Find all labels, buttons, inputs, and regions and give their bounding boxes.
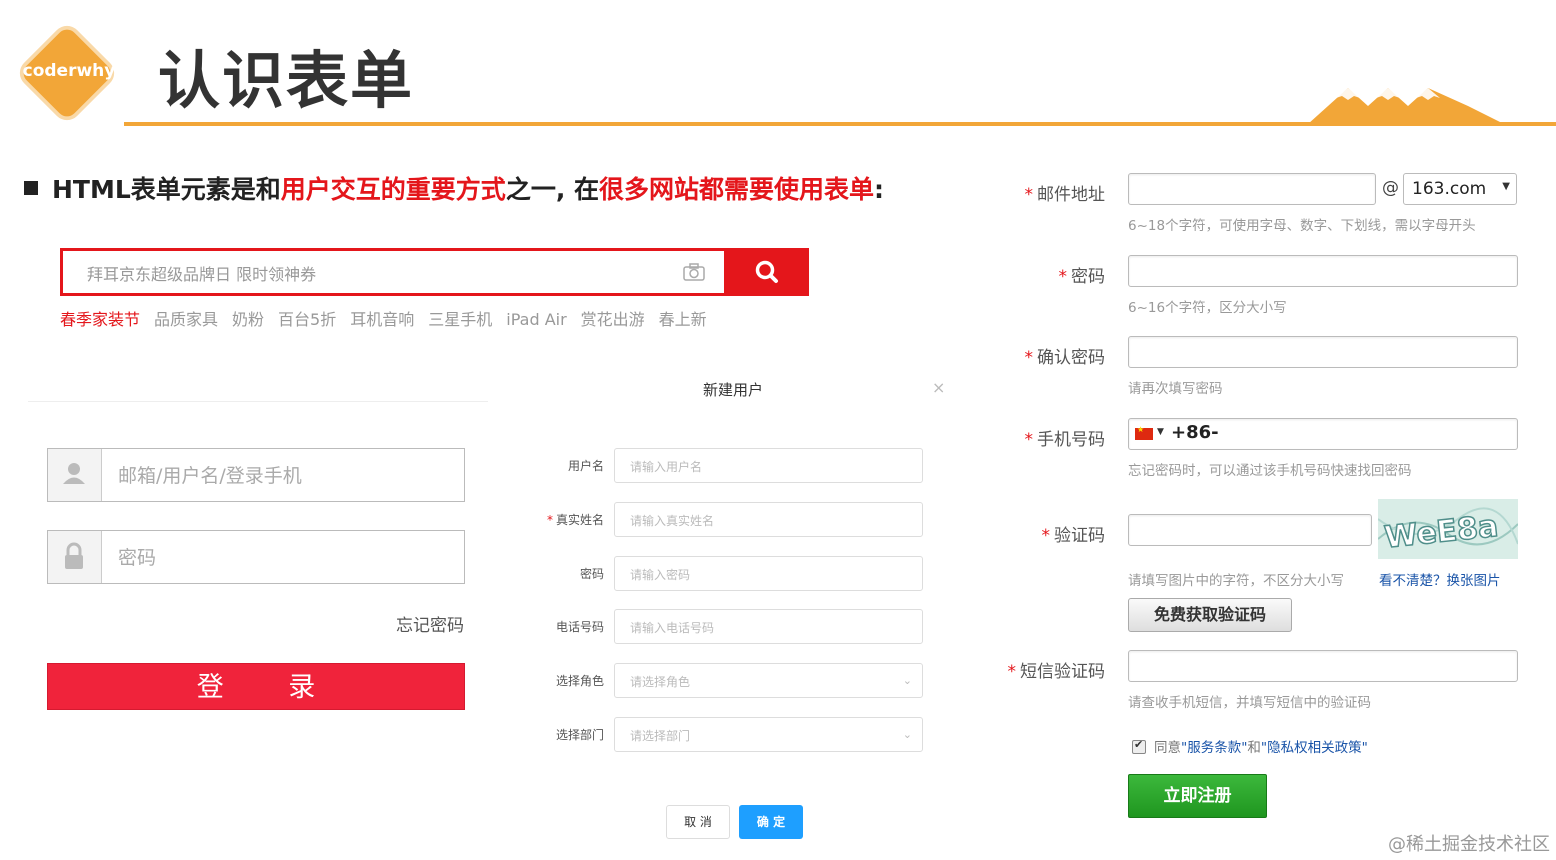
password-hint: 6~16个字符，区分大小写: [1128, 300, 1287, 316]
confirm-password-input[interactable]: [1137, 342, 1491, 364]
captcha-hint: 请填写图片中的字符，不区分大小写: [1128, 573, 1344, 589]
dialog-phone-field: [614, 609, 923, 644]
search-icon: [755, 260, 778, 283]
captcha-field: [1128, 514, 1372, 546]
dialog-role-input[interactable]: [628, 672, 912, 692]
hot-word[interactable]: 春季家装节: [60, 310, 140, 329]
mountains-decoration-icon: [1308, 88, 1504, 124]
email-input[interactable]: [1137, 179, 1363, 201]
dialog-label-password: 密码: [579, 567, 604, 581]
register-submit-button[interactable]: 立即注册: [1128, 774, 1267, 818]
email-domain-select[interactable]: 163.com ▼: [1403, 173, 1517, 205]
user-icon: [48, 449, 102, 501]
required-star: *: [546, 513, 553, 527]
camera-icon[interactable]: [683, 263, 705, 281]
dialog-label-phone: 电话号码: [555, 620, 604, 634]
dialog-password-field: [614, 556, 923, 591]
phone-input[interactable]: [1219, 424, 1503, 446]
dialog-role-select[interactable]: ⌄: [614, 663, 923, 698]
sms-code-hint: 请查收手机短信，并填写短信中的验证码: [1128, 695, 1371, 711]
hot-word[interactable]: 三星手机: [428, 310, 492, 329]
password-input[interactable]: [116, 543, 450, 573]
watermark: @稀土掘金技术社区: [1388, 834, 1550, 855]
hot-word[interactable]: 品质家具: [154, 310, 218, 329]
register-password-input[interactable]: [1137, 261, 1491, 283]
dialog-label-role: 选择角色: [555, 674, 604, 688]
forgot-password-link[interactable]: 忘记密码: [380, 611, 464, 636]
page-title: 认识表单: [158, 44, 415, 117]
sms-code-input[interactable]: [1137, 656, 1491, 678]
phone-label: * 手机号码: [1024, 430, 1106, 450]
dialog-username-field: [614, 448, 923, 483]
dialog-department-input[interactable]: [628, 726, 912, 746]
phone-hint: 忘记密码时，可以通过该手机号码快速找回密码: [1128, 463, 1412, 479]
dialog-label-department: 选择部门: [555, 728, 604, 742]
confirm-password-label: * 确认密码: [1024, 348, 1106, 368]
dialog-ok-button[interactable]: 确 定: [739, 805, 803, 839]
dialog-label-username: 用户名: [567, 459, 604, 473]
dialog-phone-input[interactable]: [628, 618, 912, 638]
dialog-password-input[interactable]: [628, 565, 912, 585]
dialog-realname-field: [614, 502, 923, 537]
lock-icon: [48, 531, 102, 583]
hot-word[interactable]: 赏花出游: [581, 310, 645, 329]
privacy-link[interactable]: "隐私权相关政策": [1261, 740, 1368, 756]
dialog-department-select[interactable]: ⌄: [614, 717, 923, 752]
register-password-field: [1128, 255, 1518, 287]
agreement-row: 同意"服务条款"和"隐私权相关政策": [1132, 736, 1368, 756]
refresh-captcha-link[interactable]: 看不清楚？换张图片: [1379, 569, 1501, 589]
china-flag-icon[interactable]: [1135, 425, 1153, 440]
hot-word[interactable]: 百台5折: [278, 310, 336, 329]
confirm-password-field: [1128, 336, 1518, 368]
login-button[interactable]: 登 录: [47, 663, 465, 710]
confirm-password-hint: 请再次填写密码: [1128, 381, 1223, 397]
sms-code-label: * 短信验证码: [1007, 662, 1106, 682]
captcha-label: * 验证码: [1041, 526, 1106, 546]
jd-search-input[interactable]: [85, 261, 649, 287]
captcha-input[interactable]: [1137, 520, 1359, 542]
login-divider: [28, 401, 488, 402]
chevron-down-icon[interactable]: ▼: [1157, 427, 1164, 437]
password-label: * 密码: [1058, 267, 1106, 287]
jd-search-button[interactable]: [727, 248, 809, 296]
at-sign: @: [1382, 178, 1399, 198]
hot-word[interactable]: iPad Air: [506, 310, 566, 329]
captcha-image[interactable]: WeE8a: [1378, 499, 1518, 559]
agreement-checkbox[interactable]: [1132, 738, 1146, 754]
get-sms-code-button[interactable]: 免费获取验证码: [1128, 598, 1292, 632]
dialog-cancel-button[interactable]: 取 消: [666, 805, 730, 839]
dialog-username-input[interactable]: [628, 457, 912, 477]
username-input[interactable]: [116, 461, 450, 491]
email-field: [1128, 173, 1376, 205]
hot-word[interactable]: 奶粉: [232, 310, 264, 329]
dialog-label-realname: * 真实姓名: [546, 513, 604, 527]
email-label: * 邮件地址: [1024, 185, 1106, 205]
hot-words-list: 春季家装节 品质家具 奶粉 百台5折 耳机音响 三星手机 iPad Air 赏花出游 春上新: [60, 306, 721, 330]
phone-prefix: +86-: [1171, 422, 1219, 443]
phone-field: ▼ +86-: [1128, 418, 1518, 450]
jd-search-box: [60, 248, 727, 296]
dialog-realname-input[interactable]: [628, 511, 912, 531]
chevron-down-icon: ⌄: [902, 728, 912, 741]
terms-link[interactable]: "服务条款": [1181, 740, 1247, 756]
close-icon[interactable]: ×: [932, 378, 945, 397]
logo-text: coderwhy: [22, 61, 116, 81]
chevron-down-icon: ▼: [1502, 181, 1510, 192]
svg-text:WeE8a: WeE8a: [1383, 509, 1500, 556]
hot-word[interactable]: 耳机音响: [350, 310, 414, 329]
bullet-icon: [24, 181, 38, 195]
username-row: [47, 448, 465, 502]
password-row: [47, 530, 465, 584]
section-heading: HTML表单元素是和用户交互的重要方式之一, 在很多网站都需要使用表单:: [24, 170, 884, 206]
hot-word[interactable]: 春上新: [659, 310, 707, 329]
sms-code-field: [1128, 650, 1518, 682]
dialog-title: 新建用户: [702, 381, 763, 399]
email-hint: 6~18个字符，可使用字母、数字、下划线，需以字母开头: [1128, 218, 1476, 234]
